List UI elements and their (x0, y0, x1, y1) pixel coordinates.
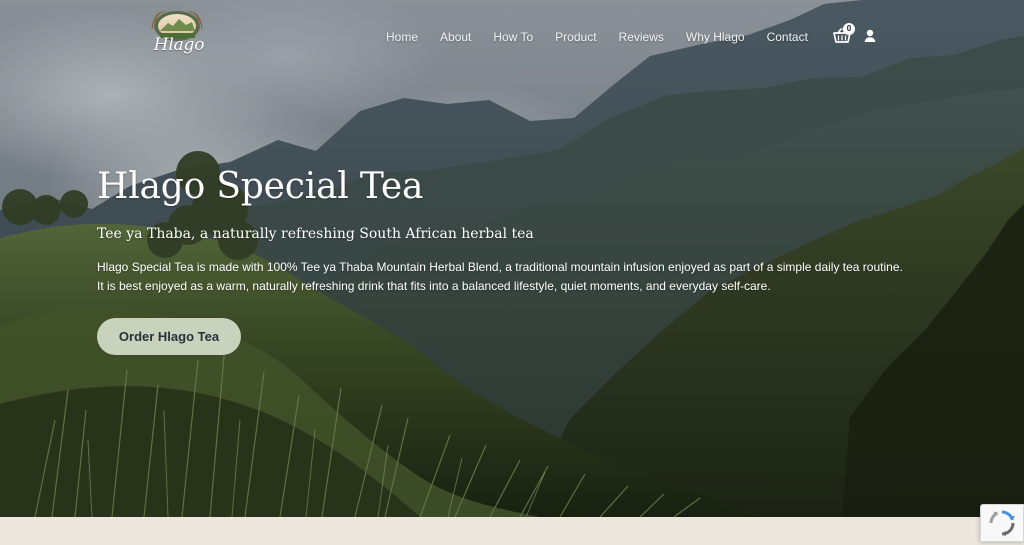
user-account-icon[interactable] (862, 28, 878, 44)
nav-how-to-link[interactable]: How To (493, 28, 533, 46)
hero-description: Hlago Special Tea is made with 100% Tee … (97, 259, 903, 293)
recaptcha-badge[interactable] (980, 504, 1024, 542)
cart-count-badge: 0 (843, 23, 855, 35)
page-bottom-band (0, 517, 1024, 545)
nav-about-link[interactable]: About (440, 28, 471, 46)
nav-home-link[interactable]: Home (386, 28, 418, 46)
site-header: Hlago Home About How To Product Reviews … (0, 0, 1024, 74)
nav-reviews-link[interactable]: Reviews (619, 28, 664, 46)
hero-title: Hlago Special Tea (97, 166, 424, 207)
hero-subtitle: Tee ya Thaba, a naturally refreshing Sou… (97, 225, 534, 242)
nav-why-hlago-link[interactable]: Why Hlago (686, 28, 745, 46)
recaptcha-icon (989, 510, 1015, 536)
order-hlago-tea-button[interactable]: Order Hlago Tea (97, 318, 241, 355)
brand-logo-text[interactable]: Hlago (148, 37, 210, 54)
nav-contact-link[interactable]: Contact (767, 28, 808, 46)
hero-section: Hlago Home About How To Product Reviews … (0, 0, 1024, 517)
hero-content: Hlago Special Tea Tee ya Thaba, a natura… (97, 167, 917, 296)
primary-navigation: Home About How To Product Reviews Why Hl… (386, 28, 808, 46)
nav-product-link[interactable]: Product (555, 28, 596, 46)
